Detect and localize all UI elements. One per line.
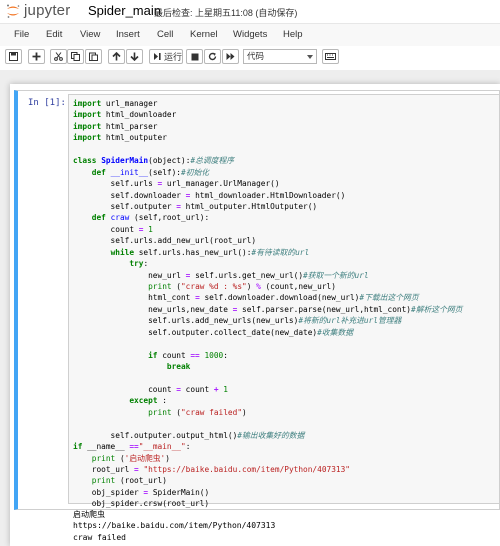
cell-type-select[interactable]: 代码 [243,49,317,64]
code-line: self.outputer.collect_date(new_date)#收集数… [73,327,353,337]
menubar: File Edit View Insert Cell Kernel Widget… [0,23,500,47]
code-line: class SpiderMain(object):#总调度程序 [73,156,235,166]
code-line: count = 1 [73,224,153,234]
paste-button[interactable] [85,49,102,64]
code-line: count = count + 1 [73,384,228,394]
code-line: import html_downloader [73,110,177,120]
run-button[interactable]: 运行 [149,49,183,64]
code-line: root_url = "https://baike.baidu.com/item… [73,465,350,474]
code-line: if count == 1000: [148,350,228,360]
code-input[interactable]: import url_managerimport html_downloader… [73,98,462,510]
code-line: self.outputer = html_outputer.HtmlOutput… [73,201,318,211]
checkpoint-status: 最后检查: 上星期五11:08 (自动保存) [154,6,297,19]
copy-icon [71,52,80,61]
cell-output: 启动爬虫 https://baike.baidu.com/item/Python/… [73,509,275,543]
jupyter-wordmark[interactable]: jupyter [24,2,70,19]
checkpoint-label: 最后检查: 上星期五11:08 [154,8,253,18]
menu-edit[interactable]: Edit [46,29,62,40]
save-button[interactable] [5,49,22,64]
move-down-icon [130,52,139,61]
code-line: print ("craw failed") [148,407,247,417]
code-line: self.urls = url_manager.UrlManager() [73,179,280,189]
menu-kernel[interactable]: Kernel [190,29,217,40]
code-line: ​ [73,144,462,155]
code-line: import html_parser [73,121,158,131]
add-cell-button[interactable] [28,49,45,64]
fast-forward-icon [226,53,235,60]
run-label: 运行 [164,52,183,62]
chevron-down-icon [307,55,313,59]
code-line: def __init__(self):#初始化 [91,167,210,177]
stop-button[interactable] [186,49,203,64]
menu-file[interactable]: File [14,29,29,40]
command-palette-button[interactable] [322,49,339,64]
run-icon [154,53,161,60]
restart-run-all-button[interactable] [222,49,239,64]
notebook-title[interactable]: Spider_main [88,3,161,18]
restart-icon [208,52,217,61]
cut-icon [54,52,63,61]
move-up-button[interactable] [108,49,125,64]
code-line: print (root_url) [91,476,167,486]
paste-icon [89,52,98,61]
output-line: https://baike.baidu.com/item/Python/4073… [73,521,276,531]
move-up-icon [112,52,121,61]
notebook-header: jupyter Spider_main 最后检查: 上星期五11:08 (自动保… [0,0,500,23]
code-line: new_urls,new_date = self.parser.parse(ne… [73,304,463,314]
input-prompt: In [1]: [28,98,66,108]
cut-button[interactable] [50,49,67,64]
code-line: self.urls.add_new_urls(new_urls)#将新的url补… [73,316,402,326]
code-line: html_cont = self.downloader.download(new… [73,293,419,303]
code-line: import url_manager [73,99,158,108]
code-line: print ('启动爬虫') [91,453,170,463]
menu-help[interactable]: Help [283,29,303,40]
toolbar: 运行 代码 [0,46,500,68]
menu-view[interactable]: View [80,29,100,40]
output-line: craw failed [73,532,126,542]
code-line: import html_outputer [73,133,167,143]
copy-button[interactable] [67,49,84,64]
code-line: ​ [73,373,462,384]
code-line: self.urls.add_new_url(root_url) [73,236,257,246]
save-icon [9,52,18,61]
code-line: try: [129,259,149,269]
code-line: self.outputer.output_html()#输出收集好的数据 [73,430,305,440]
code-line: break [166,362,191,372]
add-cell-icon [32,52,41,61]
code-line: ​ [73,338,462,349]
code-line: self.downloader = html_downloader.HtmlDo… [73,190,346,200]
menu-cell[interactable]: Cell [157,29,173,40]
code-line: if __name__ =="__main__": [73,442,191,452]
code-line: obj_spider = SpiderMain() [73,487,210,497]
code-line: def craw (self,root_url): [91,213,210,223]
code-line: while self.urls.has_new_url():#有待读取的url [110,247,310,257]
output-line: 启动爬虫 [73,510,105,519]
jupyter-logo-icon [7,4,20,18]
code-line: ​ [73,418,462,429]
menu-widgets[interactable]: Widgets [233,29,267,40]
move-down-button[interactable] [126,49,143,64]
keyboard-icon [325,53,336,60]
menu-insert[interactable]: Insert [116,29,140,40]
cell-type-value: 代码 [247,51,265,61]
code-line: new_url = self.urls.get_new_url()#获取一个新的… [73,270,369,280]
restart-button[interactable] [204,49,221,64]
stop-icon [191,53,198,60]
code-line: except : [129,396,167,406]
code-line: print ("craw %d : %s") % (count,new_url) [148,282,336,291]
autosave-label: (自动保存) [255,8,298,18]
